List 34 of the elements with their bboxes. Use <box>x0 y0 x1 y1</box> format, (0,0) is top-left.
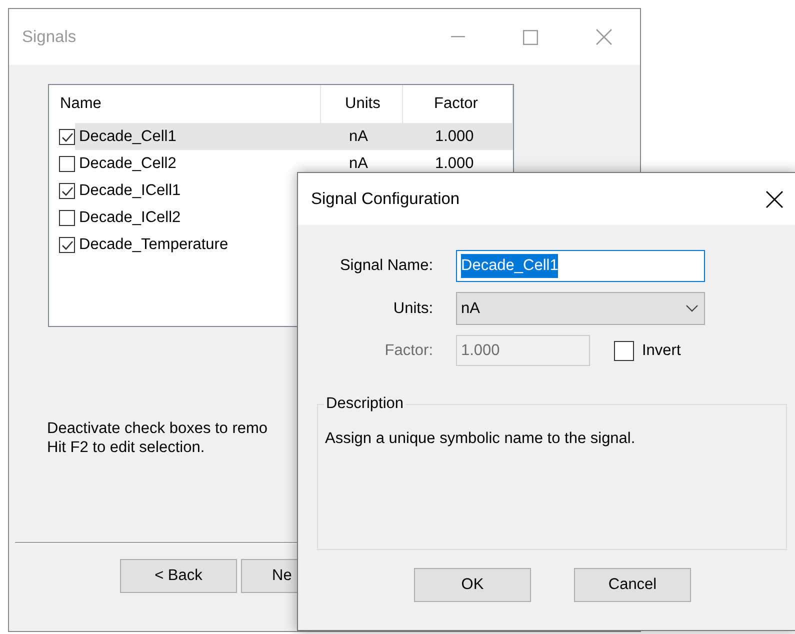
maximize-icon <box>523 30 538 44</box>
hint-text: Deactivate check boxes to remo <box>47 419 268 438</box>
units-cell-text: nA <box>348 154 369 174</box>
signal-name[interactable]: Decade_Cell2 <box>75 150 321 178</box>
signal-name[interactable]: Decade_Cell1 <box>75 122 321 150</box>
dialog-button[interactable]: Cancel <box>574 568 691 602</box>
wizard-button[interactable]: Ne <box>241 559 298 593</box>
factor-cell-text: 1.000 <box>434 126 475 147</box>
chevron-down-icon <box>686 305 698 312</box>
units-cell-text: nA <box>348 126 369 147</box>
field-label: Signal Name: <box>338 256 433 276</box>
close-icon <box>596 29 612 45</box>
description-text: Assign a unique symbolic name to the signal. <box>324 429 636 449</box>
row-checkbox[interactable] <box>59 236 75 252</box>
window-title: Signals <box>22 26 76 48</box>
signal-name-field[interactable]: Decade_Cell1 <box>456 250 705 282</box>
wizard-button[interactable]: < Back <box>120 559 237 593</box>
row-checkbox[interactable] <box>59 156 75 172</box>
group-title: Description <box>324 395 406 413</box>
factor-cell-text: 1.000 <box>434 154 475 174</box>
minimize-icon <box>450 36 464 38</box>
row-checkbox[interactable] <box>59 128 75 144</box>
dialog-button[interactable]: OK <box>414 568 531 602</box>
invert-label: Invert <box>642 340 681 361</box>
field-label: Units: <box>392 298 433 319</box>
factor-field: 1.000 <box>456 335 590 366</box>
invert-checkbox[interactable] <box>614 340 634 360</box>
close-icon <box>766 190 782 208</box>
hint-text: Hit F2 to edit selection. <box>47 438 205 457</box>
row-checkbox[interactable] <box>59 210 75 226</box>
units-dropdown[interactable]: nA <box>456 292 705 325</box>
row-checkbox[interactable] <box>59 182 75 198</box>
field-label: Factor: <box>384 340 433 361</box>
dialog-title: Signal Configuration <box>311 188 460 210</box>
